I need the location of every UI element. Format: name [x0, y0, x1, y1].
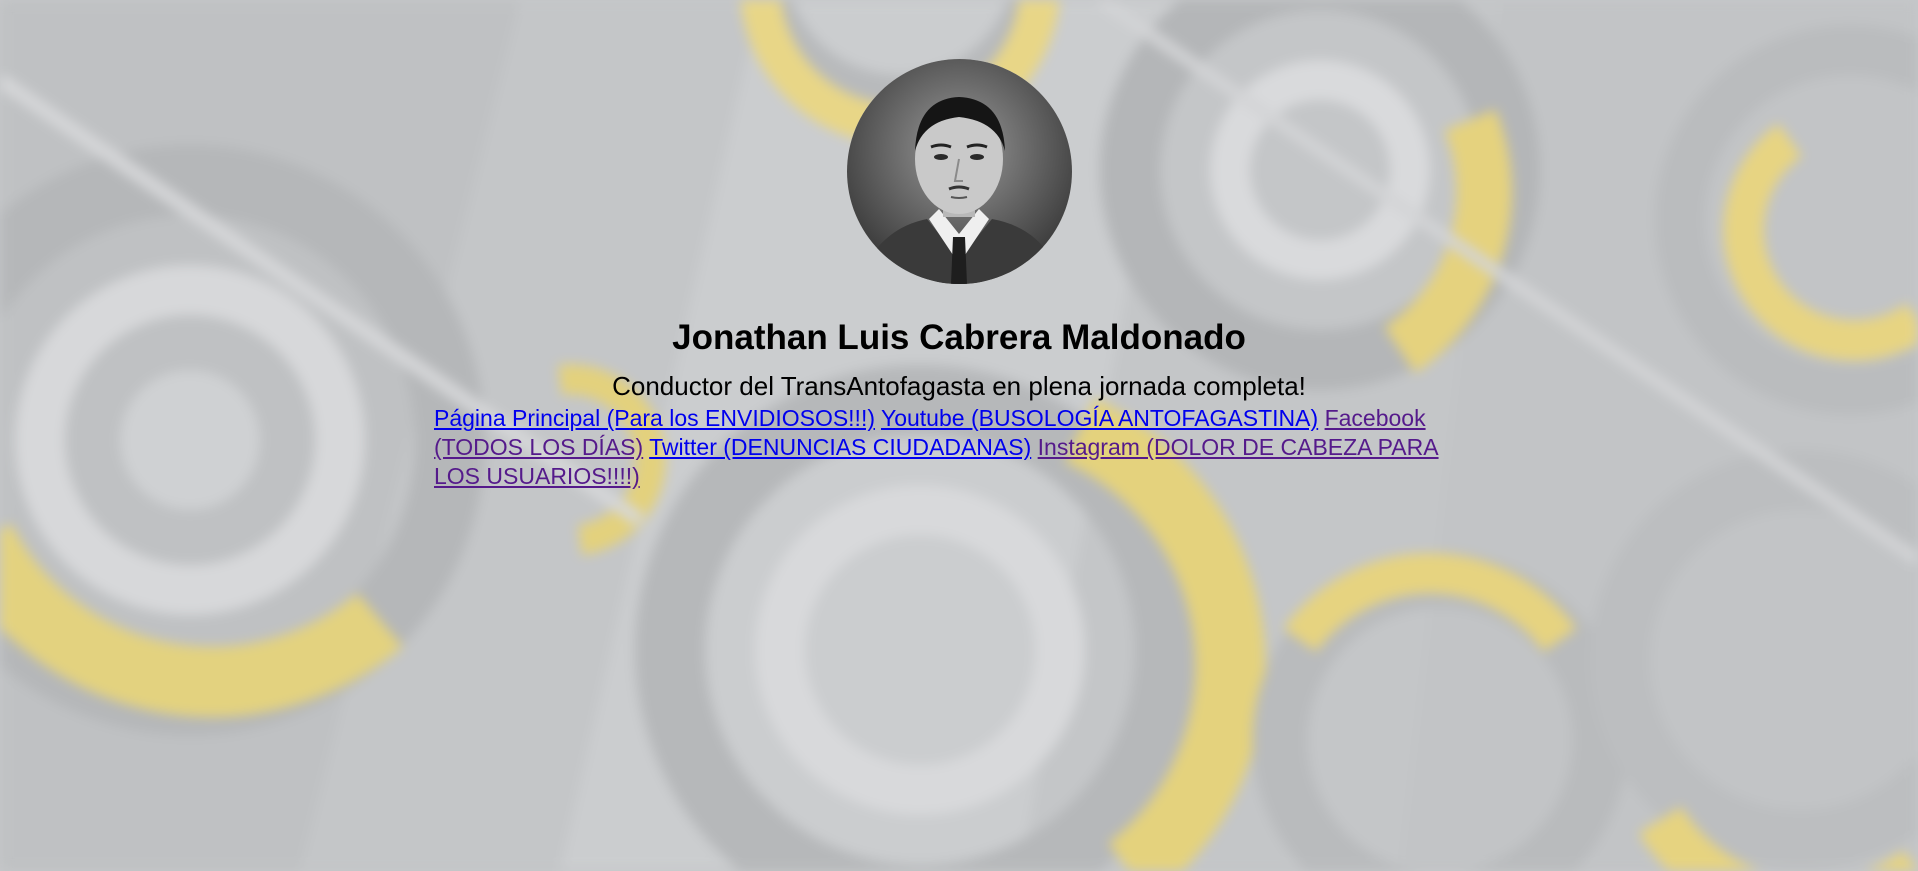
link-list: Página Principal (Para los ENVIDIOSOS!!!…	[434, 404, 1484, 491]
avatar	[847, 59, 1072, 284]
link-pagina-principal[interactable]: Página Principal (Para los ENVIDIOSOS!!!…	[434, 405, 875, 431]
profile-photo-icon	[847, 59, 1072, 284]
profile-name: Jonathan Luis Cabrera Maldonado	[672, 318, 1246, 357]
link-twitter[interactable]: Twitter (DENUNCIAS CIUDADANAS)	[649, 434, 1031, 460]
link-youtube[interactable]: Youtube (BUSOLOGÍA ANTOFAGASTINA)	[881, 405, 1318, 431]
profile-tagline: Conductor del TransAntofagasta en plena …	[612, 371, 1306, 401]
